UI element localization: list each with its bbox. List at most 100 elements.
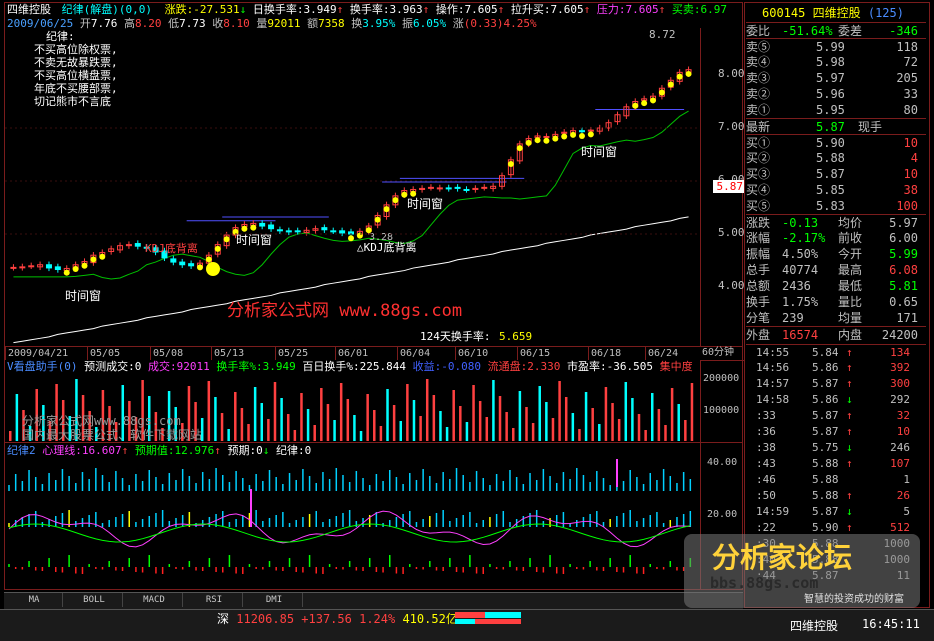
time-window-label: 时间窗 [407, 197, 443, 211]
volume-bar [247, 424, 250, 441]
tick-time: 14:58 [756, 393, 790, 406]
date-tick: 06/04 [397, 347, 430, 360]
stat-label: 量比 [838, 295, 863, 309]
volume-bar [227, 429, 230, 441]
tick-row: :50 5.88 ↑ 26 [746, 488, 926, 504]
stat-label: 今开 [838, 247, 863, 261]
quote-stat-row: 涨跌 -0.13 均价 5.97 [746, 214, 926, 231]
tick-row: 14:59 5.87 ↓ 5 [746, 504, 926, 520]
ask-row: 卖① 5.95 80 [746, 102, 926, 118]
index-ticker[interactable]: 深 11206.85 +137.56 1.24% 410.52亿 [217, 612, 458, 626]
price-tick: 7.00 [718, 120, 745, 133]
stat-label: 换手 [746, 295, 771, 309]
trend-dot [241, 225, 248, 232]
stat-value: 4.50% [782, 247, 819, 261]
volume-tick: 100000 [703, 405, 740, 416]
candle [10, 266, 17, 269]
index-amount: 410.52亿 [402, 612, 458, 626]
tick-time: :33 [756, 409, 776, 422]
trend-dot [72, 265, 79, 272]
volume-bar [518, 391, 522, 441]
header-stat-arrow: ↑ [336, 3, 344, 16]
trend-dot [356, 232, 363, 239]
tick-row: 14:56 5.86 ↑ 392 [746, 360, 926, 376]
tick-direction: ↓ [846, 505, 853, 518]
indicator-stat-label: 预期: [227, 444, 257, 457]
tick-time: :38 [756, 441, 776, 454]
tab-dmi[interactable]: DMI [246, 593, 303, 607]
tick-row: 14:57 5.87 ↑ 300 [746, 376, 926, 392]
stock-name-label[interactable]: 四维控股 [7, 3, 51, 16]
volume-bar [611, 403, 614, 441]
forum-logo-text: 分析家论坛 [712, 541, 853, 574]
tick-volume: 26 [896, 489, 910, 502]
ask-label: 卖② [746, 87, 771, 101]
ask-price: 5.96 [816, 87, 845, 101]
volume-bar [359, 431, 363, 441]
tick-direction: ↑ [846, 346, 853, 359]
tab-macd[interactable]: MACD [126, 593, 183, 607]
candle [285, 230, 292, 233]
stat-value: 0.65 [889, 295, 918, 309]
volume-stat-value: 225.844 [359, 360, 406, 373]
date-tick: 06/10 [455, 347, 488, 360]
candle [179, 261, 186, 266]
bid-volume: 38 [903, 183, 918, 197]
volume-bar [379, 426, 383, 441]
volume-bar [445, 427, 449, 441]
volume-bar [478, 401, 482, 441]
ask-price: 5.95 [816, 103, 845, 117]
volume-bar [651, 393, 654, 441]
indicator-chart[interactable] [5, 457, 700, 590]
volume-bar [339, 383, 343, 441]
volume-stat-value: -36.505 [606, 360, 653, 373]
ma-line [13, 110, 689, 280]
volume-bar [571, 413, 575, 441]
stat-value: 6.08 [889, 263, 918, 277]
volume-bar [578, 429, 581, 441]
volume-bar [425, 379, 429, 441]
volume-bar [419, 416, 422, 441]
volume-panel-header: V看盘助手(0) 预测成交:0 成交:92011 换手率%:3.949 百日换手… [7, 360, 693, 373]
trend-dot [90, 256, 97, 263]
volume-bar [670, 388, 674, 441]
volume-bar [432, 395, 436, 441]
tab-boll[interactable]: BOLL [66, 593, 123, 607]
stat-value: -0.13 [782, 216, 819, 230]
status-stock-name[interactable]: 四维控股 [790, 617, 838, 634]
ask-row: 卖③ 5.97 205 [746, 70, 926, 86]
candlestick-chart[interactable]: 8.72时间窗时间窗时间窗时间窗KDJ底背离 △KDJ底背离3.28分析家公式网 … [5, 28, 700, 346]
trend-dot [374, 216, 381, 223]
trend-dot [516, 145, 523, 152]
volume-bar [617, 419, 621, 441]
stat-value: 5.97 [889, 216, 918, 230]
indicator-name[interactable]: 纪律(解盘)(0,0) [62, 3, 152, 16]
volume-bar [15, 394, 19, 441]
date-tick: 05/13 [211, 347, 244, 360]
header-stat-arrow: ↑ [658, 3, 666, 16]
smiley-icon [206, 262, 220, 276]
bid-row: 买④ 5.85 38 [746, 182, 926, 198]
tick-volume: 32 [896, 409, 910, 422]
ask-label: 卖③ [746, 71, 771, 85]
header-stat-label: 压力: [596, 3, 626, 16]
ask-volume: 118 [896, 40, 918, 54]
bid-row: 买⑤ 5.83 100 [746, 198, 926, 214]
stat-value: 40774 [782, 263, 819, 277]
bid-price: 5.85 [816, 183, 845, 197]
last-price: 5.87 [816, 120, 845, 134]
header-stat-arrow: ↑ [583, 3, 591, 16]
tick-row: :43 5.88 ↑ 107 [746, 456, 926, 472]
volume-bar [373, 410, 376, 441]
bid-price: 5.90 [816, 136, 845, 150]
tab-ma[interactable]: MA [6, 593, 63, 607]
period-label[interactable]: 60分钟 [702, 346, 734, 359]
ask-price: 5.97 [816, 71, 845, 85]
trend-dot [63, 269, 70, 276]
header-stat-label: 日换手率: [252, 3, 304, 16]
stat-label: 分笔 [746, 311, 771, 325]
volume-bar [300, 393, 303, 441]
volume-bar [273, 382, 277, 441]
tab-rsi[interactable]: RSI [186, 593, 243, 607]
diff-label: 委差 [838, 24, 863, 38]
